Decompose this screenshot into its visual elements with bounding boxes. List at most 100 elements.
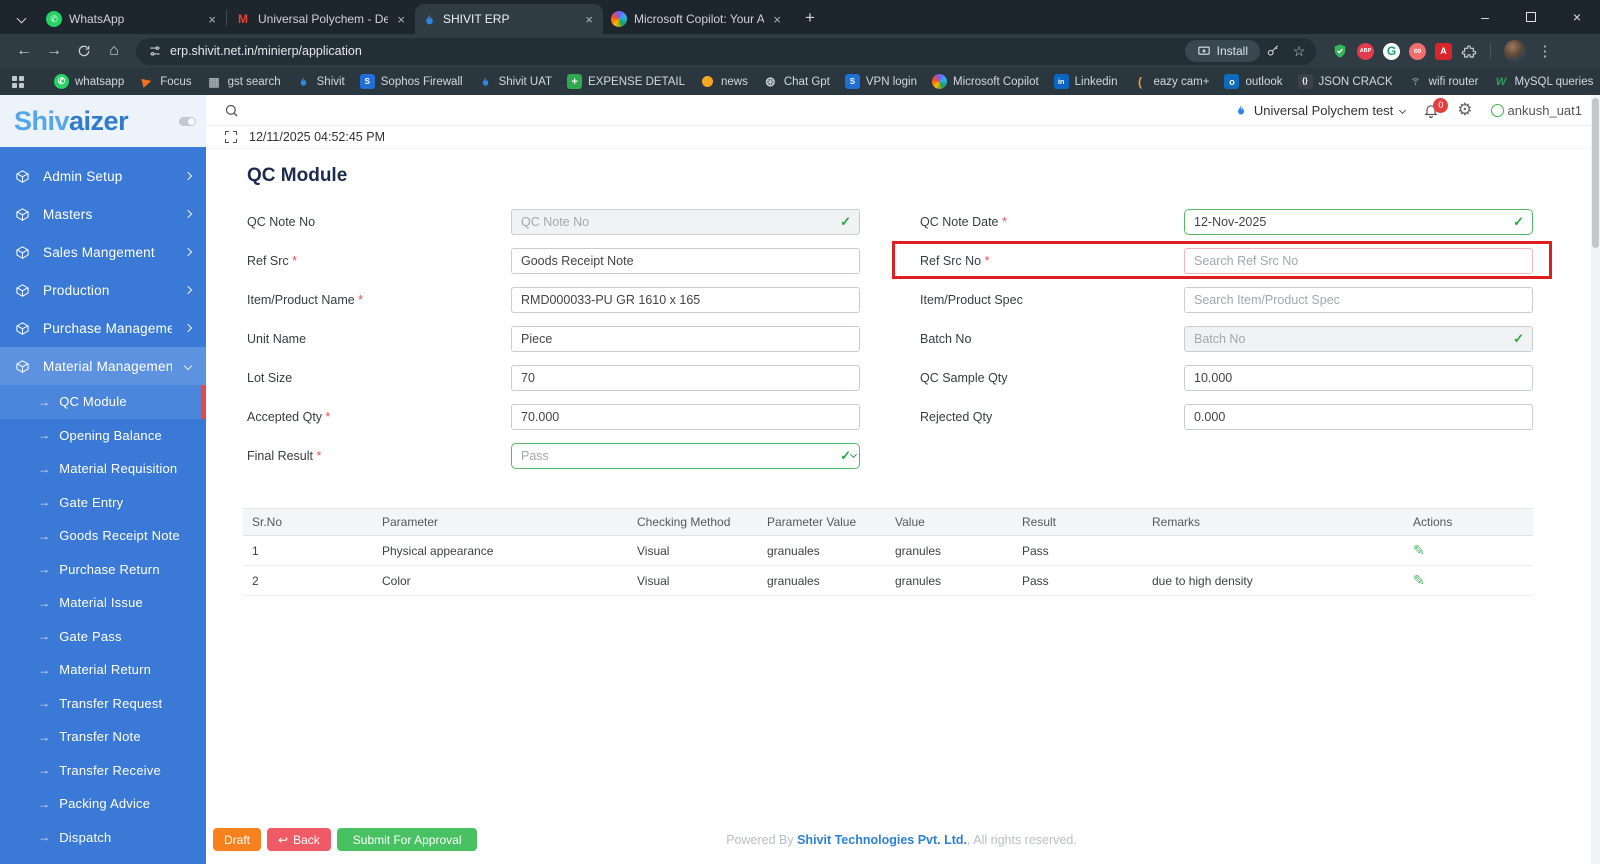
final-result-select[interactable] [511,443,860,469]
bookmark-json-crack[interactable]: {} JSON CRACK [1297,74,1393,89]
sidebar-subitem-material-return[interactable]: → Material Return [0,653,206,687]
item-product-spec-input[interactable] [1184,287,1533,313]
infinity-extension-icon[interactable]: ∞ [1409,42,1426,60]
sidebar-item-admin-setup[interactable]: Admin Setup [0,157,206,195]
sidebar-item-material-management[interactable]: Material Management [0,347,206,385]
tab-search-button[interactable] [8,5,34,31]
sidebar-subitem-gate-entry[interactable]: → Gate Entry [0,486,206,520]
sidebar-subitem-purchase-return[interactable]: → Purchase Return [0,553,206,587]
scrollbar-thumb[interactable] [1592,98,1599,248]
sidebar-subitem-qc-module[interactable]: → QC Module [0,385,206,419]
powered-link[interactable]: Shivit Technologies Pvt. Ltd. [797,833,967,847]
home-button[interactable]: ⌂ [100,37,128,65]
sidebar-item-sales-management[interactable]: Sales Mangement [0,233,206,271]
tab-universal-polychem[interactable]: M Universal Polychem - Deliver Gl × [227,4,415,34]
sidebar: Shivaizer Admin Setup Masters Sales Mang… [0,95,206,864]
tab-microsoft-copilot[interactable]: Microsoft Copilot: Your AI comp × [603,4,791,34]
bookmark-mysql-queries[interactable]: W MySQL queries [1494,74,1594,89]
edit-pencil-icon[interactable]: ✎ [1413,542,1425,558]
new-tab-button[interactable]: + [797,5,823,31]
bookmark-gst-search[interactable]: ▦ gst search [207,74,280,89]
back-button[interactable]: ← [10,37,38,65]
reload-icon [78,45,90,57]
tab-close-icon[interactable]: × [395,12,407,27]
company-selector[interactable]: Universal Polychem test [1235,103,1407,118]
field-label-rejected-qty: Rejected Qty [920,410,993,424]
bookmark-linkedin[interactable]: in Linkedin [1053,74,1118,89]
adobe-acrobat-icon[interactable]: A [1435,42,1452,60]
tab-shivit-erp[interactable]: SHIVIT ERP × [415,4,603,34]
item-product-name-input[interactable] [511,287,860,313]
reload-button[interactable] [70,37,98,65]
site-settings-icon[interactable] [148,44,162,58]
extensions-puzzle-icon[interactable] [1461,43,1477,59]
ref-src-no-input[interactable] [1184,248,1533,274]
sidebar-subitem-goods-receipt-note[interactable]: → Goods Receipt Note [0,519,206,553]
shield-extension-icon[interactable] [1332,43,1348,59]
sidebar-subitem-opening-balance[interactable]: → Opening Balance [0,419,206,453]
sidebar-subitem-gate-pass[interactable]: → Gate Pass [0,620,206,654]
tab-close-icon[interactable]: × [583,12,595,27]
tab-close-icon[interactable]: × [771,12,783,27]
sidebar-collapse-toggle[interactable] [179,117,196,126]
search-icon[interactable] [224,103,239,118]
bookmark-wifi-router[interactable]: wifi router [1408,74,1479,89]
bookmark-focus[interactable]: ▶ Focus [139,74,191,89]
bookmark-microsoft-copilot[interactable]: Microsoft Copilot [932,74,1039,89]
bookmark-whatsapp[interactable]: ✆ whatsapp [54,74,124,89]
url-text[interactable]: erp.shivit.net.in/minierp/application [170,44,1185,58]
sidebar-subitem-packing-advice[interactable]: → Packing Advice [0,787,206,821]
bookmark-news[interactable]: news [700,74,748,89]
edit-pencil-icon[interactable]: ✎ [1413,572,1425,588]
page-scrollbar[interactable] [1591,95,1600,864]
bookmark-shivit-uat[interactable]: Shivit UAT [478,74,552,89]
bookmark-outlook[interactable]: o outlook [1224,74,1283,89]
password-key-icon[interactable] [1260,40,1286,62]
tab-close-icon[interactable]: × [206,12,218,27]
submit-for-approval-button[interactable]: Submit For Approval [336,828,478,851]
lot-size-input[interactable] [511,365,860,391]
close-button[interactable]: × [1554,0,1600,34]
grammarly-icon[interactable]: G [1383,42,1400,60]
sidebar-subitem-material-issue[interactable]: → Material Issue [0,586,206,620]
draft-button[interactable]: Draft [213,828,262,851]
bookmark-eazy-cam[interactable]: (eazy cam+ [1133,74,1209,89]
bookmark-chat-gpt[interactable]: ⊛ Chat Gpt [763,74,830,89]
sidebar-subitem-transfer-receive[interactable]: → Transfer Receive [0,754,206,788]
profile-avatar[interactable] [1504,40,1526,62]
qc-note-date-input[interactable] [1184,209,1533,235]
sidebar-item-production[interactable]: Production [0,271,206,309]
user-menu[interactable]: ankush_uat1 [1490,103,1582,118]
tab-whatsapp[interactable]: ✆ WhatsApp × [38,4,226,34]
sidebar-subitem-label: Material Requisition [59,461,178,477]
bookmark-vpn-login[interactable]: S VPN login [844,74,917,89]
chevron-right-icon [183,171,193,181]
qc-sample-qty-input[interactable] [1184,365,1533,391]
sidebar-subitem-dispatch[interactable]: → Dispatch [0,821,206,855]
apps-grid-icon[interactable] [12,75,24,88]
sidebar-item-purchase-management[interactable]: Purchase Manageme... [0,309,206,347]
adblock-plus-icon[interactable]: ABP [1357,42,1374,60]
accepted-qty-input[interactable] [511,404,860,430]
sidebar-subitem-material-requisition[interactable]: → Material Requisition [0,452,206,486]
ref-src-input[interactable] [511,248,860,274]
address-bar[interactable]: erp.shivit.net.in/minierp/application In… [136,37,1316,65]
notifications-button[interactable]: 0 [1423,97,1449,119]
sidebar-subitem-transfer-note[interactable]: → Transfer Note [0,720,206,754]
bookmark-sophos-firewall[interactable]: S Sophos Firewall [359,74,463,89]
sidebar-subitem-transfer-request[interactable]: → Transfer Request [0,687,206,721]
minimize-button[interactable]: – [1462,0,1508,34]
install-button[interactable]: Install [1184,40,1260,62]
unit-name-input[interactable] [511,326,860,352]
forward-button[interactable]: → [40,37,68,65]
settings-gear-icon[interactable]: ⚙ [1457,100,1472,120]
back-button[interactable]: ↩ Back [267,828,331,851]
restore-button[interactable] [1508,0,1554,34]
sidebar-item-masters[interactable]: Masters [0,195,206,233]
fullscreen-icon[interactable] [224,130,238,144]
rejected-qty-input[interactable] [1184,404,1533,430]
bookmark-star-icon[interactable]: ☆ [1286,40,1312,62]
bookmark-expense-detail[interactable]: + EXPENSE DETAIL [567,74,685,89]
browser-menu-icon[interactable]: ⋮ [1535,42,1555,60]
bookmark-shivit[interactable]: Shivit [296,74,345,89]
